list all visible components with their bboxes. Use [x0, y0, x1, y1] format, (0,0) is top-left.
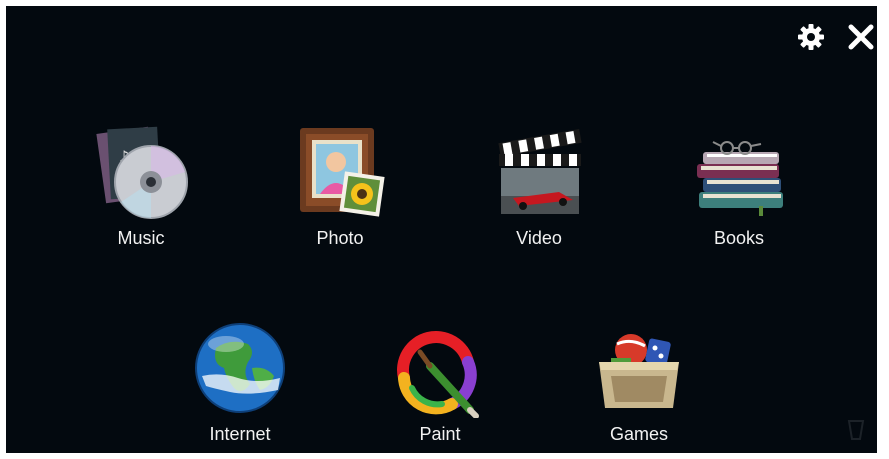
video-clapperboard-icon [498, 128, 582, 214]
app-tile-books[interactable]: Books [664, 122, 814, 272]
music-disc-icon: ♪ [96, 126, 188, 219]
app-label-paint: Paint [419, 424, 461, 444]
app-tile-video[interactable]: Video [464, 122, 614, 272]
app-label-internet: Internet [209, 424, 271, 444]
app-tile-photo[interactable]: Photo [265, 122, 415, 272]
app-label-photo: Photo [316, 228, 364, 248]
app-label-music: Music [117, 228, 165, 248]
close-button[interactable] [844, 20, 877, 54]
launcher-screen: ♪ Music Photo Video Books Internet Paint… [6, 6, 877, 453]
app-label-games: Games [609, 424, 669, 444]
books-stack-icon [697, 141, 783, 216]
close-icon [848, 24, 874, 50]
paint-brush-icon [397, 331, 479, 418]
app-tile-games[interactable]: Games [564, 318, 714, 453]
gear-icon [798, 24, 824, 50]
app-tile-music[interactable]: ♪ Music [66, 122, 216, 272]
app-tile-internet[interactable]: Internet [165, 318, 315, 453]
globe-icon [195, 323, 285, 413]
app-label-video: Video [516, 228, 562, 248]
settings-button[interactable] [794, 20, 828, 54]
app-label-books: Books [713, 228, 765, 248]
app-tile-paint[interactable]: Paint [365, 318, 515, 453]
watermark-icon [847, 420, 865, 440]
games-box-icon [599, 334, 679, 408]
photo-frame-icon [300, 128, 385, 217]
